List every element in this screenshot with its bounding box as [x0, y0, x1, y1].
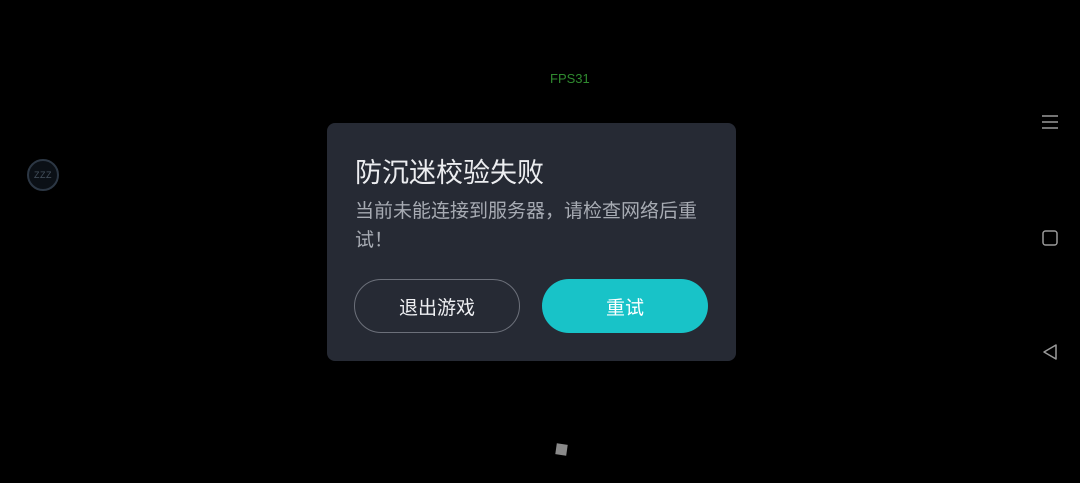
- retry-label: 重试: [605, 296, 644, 319]
- float-ball-label: ZZZ: [34, 170, 52, 180]
- exit-game-label: 退出游戏: [398, 296, 475, 319]
- nav-back-button[interactable]: [1038, 340, 1062, 364]
- anti-addiction-dialog: 防沉迷校验失败 当前未能连接到服务器，请检查网络后重试！ 退出游戏 重试: [327, 123, 736, 361]
- fps-counter: FPS31: [550, 71, 590, 86]
- home-square-icon: [1042, 230, 1058, 246]
- back-triangle-icon: [1043, 344, 1057, 360]
- dialog-message: 当前未能连接到服务器，请检查网络后重试！: [355, 200, 698, 251]
- nav-menu-button[interactable]: [1038, 110, 1062, 134]
- retry-button[interactable]: 重试: [542, 279, 708, 333]
- nav-home-button[interactable]: [1038, 226, 1062, 250]
- dialog-title: 防沉迷校验失败: [355, 158, 544, 189]
- menu-icon: [1042, 115, 1058, 129]
- exit-game-button[interactable]: 退出游戏: [354, 279, 520, 333]
- loading-indicator: [555, 443, 568, 456]
- floating-assistant-ball[interactable]: ZZZ: [27, 159, 59, 191]
